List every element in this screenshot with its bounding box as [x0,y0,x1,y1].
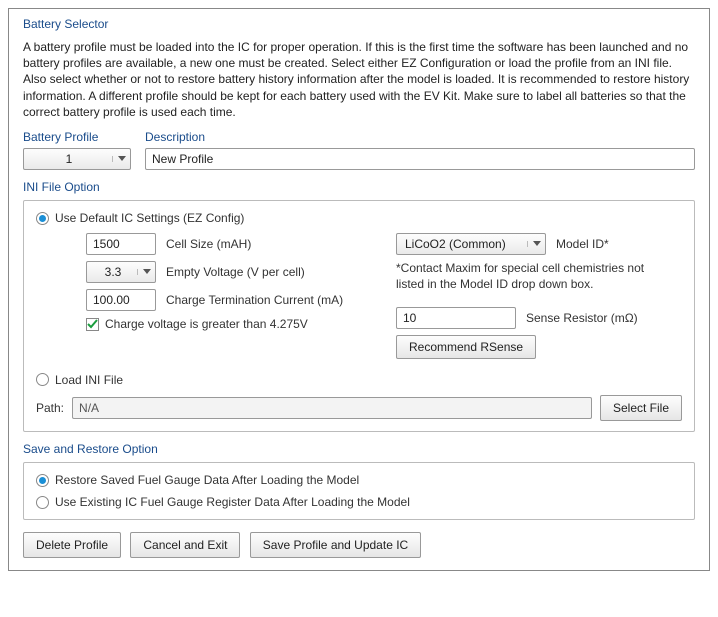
panel-title: Battery Selector [23,17,695,31]
cell-size-input[interactable] [86,233,156,255]
use-default-ic-radio[interactable]: Use Default IC Settings (EZ Config) [36,211,244,225]
charge-term-label: Charge Termination Current (mA) [166,293,343,307]
ini-file-option-group: Use Default IC Settings (EZ Config) Cell… [23,200,695,432]
battery-profile-value: 1 [32,152,106,166]
model-id-label: Model ID* [556,237,609,251]
restore-saved-radio[interactable]: Restore Saved Fuel Gauge Data After Load… [36,473,674,487]
save-restore-group: Restore Saved Fuel Gauge Data After Load… [23,462,695,520]
use-existing-label: Use Existing IC Fuel Gauge Register Data… [55,495,410,509]
description-input[interactable] [145,148,695,170]
chevron-down-icon [527,241,541,247]
model-id-value: LiCoO2 (Common) [405,237,521,251]
select-file-button[interactable]: Select File [600,395,682,421]
ez-left-column: Cell Size (mAH) 3.3 Empty Voltage (V per… [36,233,376,364]
load-ini-file-radio[interactable]: Load INI File [36,373,123,387]
delete-profile-button[interactable]: Delete Profile [23,532,121,558]
model-id-note: *Contact Maxim for special cell chemistr… [396,261,656,292]
sense-resistor-input[interactable] [396,307,516,329]
restore-saved-label: Restore Saved Fuel Gauge Data After Load… [55,473,359,487]
empty-voltage-dropdown[interactable]: 3.3 [86,261,156,283]
radio-icon [36,212,49,225]
bottom-button-row: Delete Profile Cancel and Exit Save Prof… [23,532,695,558]
charge-voltage-label: Charge voltage is greater than 4.275V [105,317,308,331]
radio-icon [36,373,49,386]
use-default-ic-label: Use Default IC Settings (EZ Config) [55,211,244,225]
model-id-dropdown[interactable]: LiCoO2 (Common) [396,233,546,255]
radio-icon [36,474,49,487]
empty-voltage-label: Empty Voltage (V per cell) [166,265,305,279]
checkmark-icon [86,318,99,331]
charge-voltage-checkbox[interactable]: Charge voltage is greater than 4.275V [86,317,308,331]
path-label: Path: [36,401,64,415]
battery-selector-panel: Battery Selector A battery profile must … [8,8,710,571]
description-label: Description [145,130,695,144]
chevron-down-icon [112,156,126,162]
radio-icon [36,496,49,509]
save-profile-button[interactable]: Save Profile and Update IC [250,532,421,558]
cell-size-label: Cell Size (mAH) [166,237,251,251]
battery-profile-label: Battery Profile [23,130,131,144]
use-existing-radio[interactable]: Use Existing IC Fuel Gauge Register Data… [36,495,674,509]
ez-right-column: LiCoO2 (Common) Model ID* *Contact Maxim… [376,233,682,364]
empty-voltage-value: 3.3 [95,265,131,279]
recommend-rsense-button[interactable]: Recommend RSense [396,335,536,359]
battery-profile-dropdown[interactable]: 1 [23,148,131,170]
intro-text: A battery profile must be loaded into th… [23,39,695,120]
ini-file-option-header: INI File Option [23,180,695,194]
sense-resistor-label: Sense Resistor (mΩ) [526,311,638,325]
save-restore-header: Save and Restore Option [23,442,695,456]
load-ini-file-label: Load INI File [55,373,123,387]
chevron-down-icon [137,269,151,275]
path-field [72,397,592,419]
charge-term-input[interactable] [86,289,156,311]
cancel-and-exit-button[interactable]: Cancel and Exit [130,532,240,558]
